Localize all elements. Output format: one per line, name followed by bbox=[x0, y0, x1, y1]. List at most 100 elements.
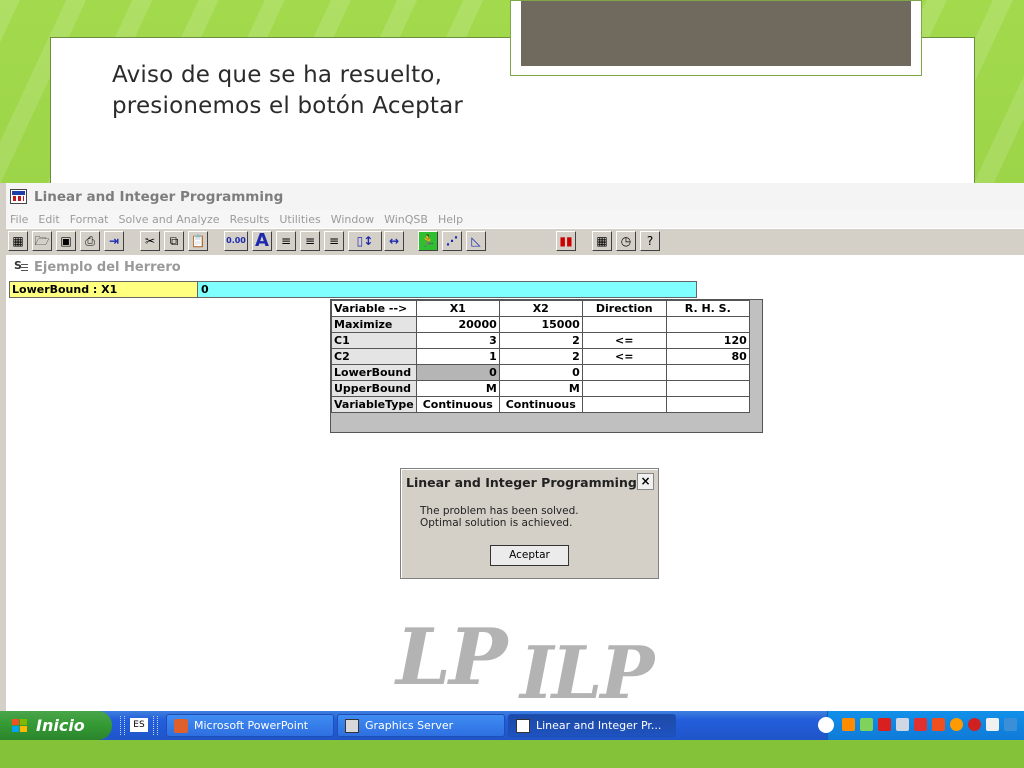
grid-header-variable: Variable --> bbox=[331, 300, 417, 317]
graphics-server-icon bbox=[345, 718, 359, 733]
grid-cell[interactable] bbox=[665, 364, 750, 381]
grid-cell-selected[interactable]: 0 bbox=[415, 364, 500, 381]
menu-help[interactable]: Help bbox=[434, 213, 469, 226]
app-title: Linear and Integer Programming bbox=[34, 188, 284, 205]
volume-icon[interactable] bbox=[896, 718, 909, 731]
slide-photo bbox=[521, 1, 911, 66]
dialog-message: The problem has been solved. Optimal sol… bbox=[420, 505, 579, 529]
grid-cell[interactable]: 20000 bbox=[415, 316, 500, 333]
cell-value-input[interactable]: 0 bbox=[198, 282, 696, 297]
grid-header-row: Variable --> X1 X2 Direction R. H. S. bbox=[331, 300, 750, 317]
tray-security-icon[interactable] bbox=[968, 718, 981, 731]
row-label: C2 bbox=[331, 348, 417, 365]
menu-window[interactable]: Window bbox=[327, 213, 380, 226]
grid-cell[interactable]: 2 bbox=[498, 332, 583, 349]
new-problem-icon[interactable]: ▦ bbox=[8, 231, 28, 251]
grid-cell[interactable] bbox=[581, 396, 667, 413]
grid-cell[interactable] bbox=[581, 364, 667, 381]
menu-winqsb[interactable]: WinQSB bbox=[380, 213, 434, 226]
task-label: Linear and Integer Pr... bbox=[536, 719, 662, 732]
grid-cell[interactable]: Continuous bbox=[415, 396, 500, 413]
grid-cell[interactable]: 2 bbox=[498, 348, 583, 365]
task-powerpoint[interactable]: Microsoft PowerPoint bbox=[166, 714, 334, 737]
tray-misc-icon[interactable] bbox=[1004, 718, 1017, 731]
menu-utilities[interactable]: Utilities bbox=[275, 213, 326, 226]
grid-cell[interactable]: 1 bbox=[415, 348, 500, 365]
row-label: C1 bbox=[331, 332, 417, 349]
paste-icon[interactable]: 📋 bbox=[188, 231, 208, 251]
row-height-icon[interactable]: ▯↕ bbox=[348, 231, 382, 251]
winqsb-task-icon bbox=[516, 718, 530, 733]
save-disk-icon[interactable]: ▣ bbox=[56, 231, 76, 251]
task-graphics-server[interactable]: Graphics Server bbox=[337, 714, 505, 737]
task-linear-integer-programming[interactable]: Linear and Integer Pr... bbox=[508, 714, 676, 737]
chevron-left-icon[interactable] bbox=[818, 717, 834, 733]
connection-icon[interactable] bbox=[914, 718, 927, 731]
align-left-icon[interactable]: ≡ bbox=[276, 231, 296, 251]
align-right-icon[interactable]: ≡ bbox=[324, 231, 344, 251]
graph-points-icon[interactable]: ⋰ bbox=[442, 231, 462, 251]
grid-cell[interactable]: 80 bbox=[665, 348, 750, 365]
start-button[interactable]: Inicio bbox=[0, 711, 112, 740]
grid-cell[interactable]: 120 bbox=[665, 332, 750, 349]
tray-update-icon[interactable] bbox=[950, 718, 963, 731]
calculator-icon[interactable]: ▦ bbox=[592, 231, 612, 251]
tray-utility-icon[interactable] bbox=[932, 718, 945, 731]
table-row: UpperBound M M bbox=[331, 380, 750, 397]
grid-cell[interactable] bbox=[665, 316, 750, 333]
network-icon[interactable] bbox=[860, 718, 873, 731]
grid-cell[interactable]: <= bbox=[581, 348, 667, 365]
close-icon[interactable]: × bbox=[637, 473, 654, 490]
grid-cell[interactable]: 3 bbox=[415, 332, 500, 349]
graphic-method-icon[interactable]: ◺ bbox=[466, 231, 486, 251]
row-label: VariableType bbox=[331, 396, 417, 413]
grid-cell[interactable]: 15000 bbox=[498, 316, 583, 333]
menu-solve-and-analyze[interactable]: Solve and Analyze bbox=[115, 213, 226, 226]
acrobat-icon[interactable] bbox=[878, 718, 891, 731]
grid-cell[interactable]: <= bbox=[581, 332, 667, 349]
grid-cell[interactable]: M bbox=[415, 380, 500, 397]
decimal-format-icon[interactable]: 0.00 bbox=[224, 231, 248, 251]
row-label: LowerBound bbox=[331, 364, 417, 381]
app-titlebar[interactable]: Linear and Integer Programming bbox=[6, 183, 1024, 210]
grid-cell[interactable]: Continuous bbox=[498, 396, 583, 413]
grid-cell[interactable] bbox=[581, 380, 667, 397]
menu-file[interactable]: File bbox=[6, 213, 34, 226]
align-center-icon[interactable]: ≡ bbox=[300, 231, 320, 251]
slide-bottom-strip bbox=[0, 740, 1024, 768]
accept-button[interactable]: Aceptar bbox=[490, 545, 569, 566]
taskbar-grip[interactable] bbox=[120, 716, 125, 735]
grid-cell[interactable] bbox=[665, 380, 750, 397]
grid-cell[interactable]: M bbox=[498, 380, 583, 397]
start-label: Inicio bbox=[36, 716, 85, 735]
cut-icon[interactable]: ✂ bbox=[140, 231, 160, 251]
grid-cell[interactable]: 0 bbox=[498, 364, 583, 381]
grid-cell[interactable] bbox=[665, 396, 750, 413]
grid-header-direction: Direction bbox=[581, 300, 667, 317]
dialog-title: Linear and Integer Programming bbox=[406, 475, 637, 490]
tray-app-icon[interactable] bbox=[842, 718, 855, 731]
cell-reference: LowerBound : X1 bbox=[10, 282, 198, 297]
bar-chart-icon[interactable]: ▮▮ bbox=[556, 231, 576, 251]
solve-runner-icon[interactable]: 🏃 bbox=[418, 231, 438, 251]
dialog-message-line-2: Optimal solution is achieved. bbox=[420, 517, 573, 529]
taskbar: Inicio ES Microsoft PowerPoint Graphics … bbox=[0, 711, 1024, 740]
open-folder-icon[interactable]: 🗁 bbox=[32, 231, 52, 251]
table-row: C2 1 2 <= 80 bbox=[331, 348, 750, 365]
taskbar-grip[interactable] bbox=[153, 716, 158, 735]
menu-format[interactable]: Format bbox=[66, 213, 115, 226]
table-row: Maximize 20000 15000 bbox=[331, 316, 750, 333]
menu-results[interactable]: Results bbox=[226, 213, 276, 226]
column-width-icon[interactable]: ↔ bbox=[384, 231, 404, 251]
tray-document-icon[interactable] bbox=[986, 718, 999, 731]
copy-icon[interactable]: ⧉ bbox=[164, 231, 184, 251]
help-icon[interactable]: ? bbox=[640, 231, 660, 251]
exit-door-icon[interactable]: ⇥ bbox=[104, 231, 124, 251]
print-icon[interactable]: ⎙ bbox=[80, 231, 100, 251]
language-indicator[interactable]: ES bbox=[130, 718, 148, 732]
font-icon[interactable]: A bbox=[252, 231, 272, 251]
clock-icon[interactable]: ◷ bbox=[616, 231, 636, 251]
menu-edit[interactable]: Edit bbox=[34, 213, 65, 226]
grid-cell[interactable] bbox=[581, 316, 667, 333]
spreadsheet-icon bbox=[14, 259, 28, 273]
